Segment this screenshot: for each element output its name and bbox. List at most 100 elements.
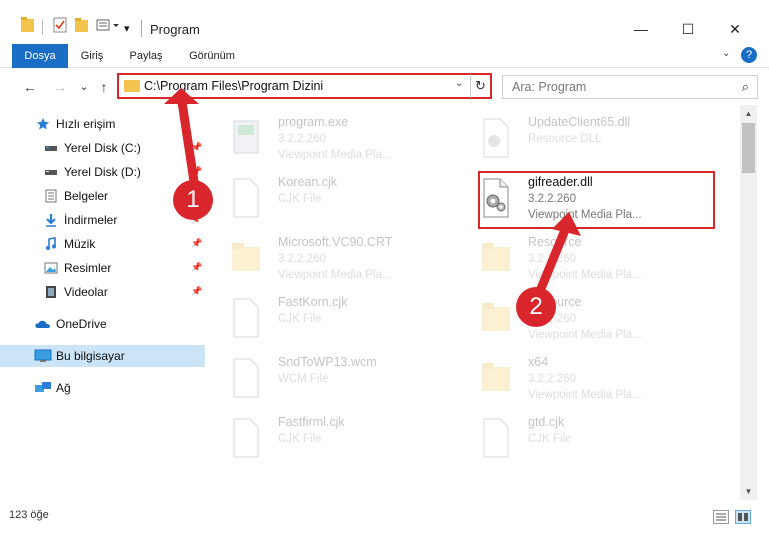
sidebar-item-local-disk-d[interactable]: Yerel Disk (D:) 📌	[0, 161, 205, 183]
tiles-view-icon	[738, 513, 748, 521]
list-item[interactable]: program.exe 3.2.2.260 Viewpoint Media Pl…	[210, 111, 460, 167]
status-bar: 123 öğe	[0, 500, 769, 536]
list-item[interactable]: Fastfirml.cjk CJK File	[210, 411, 460, 467]
list-item[interactable]: UpdateClient65.dll Resource DLL	[460, 111, 710, 167]
pin-icon[interactable]: 📌	[191, 262, 202, 273]
sidebar-item-onedrive[interactable]: OneDrive	[0, 313, 205, 335]
back-button[interactable]: ←	[20, 77, 40, 97]
details-view-button[interactable]	[713, 510, 729, 524]
minimize-button[interactable]: —	[618, 14, 664, 44]
expand-ribbon-icon[interactable]: ⌄	[722, 48, 730, 59]
sidebar-item-videos[interactable]: Videolar 📌	[0, 281, 205, 303]
sidebar-item-music[interactable]: Müzik 📌	[0, 233, 205, 255]
file-description: Viewpoint Media Pla...	[528, 389, 642, 401]
pin-icon[interactable]: 📌	[191, 238, 202, 249]
tab-dosya[interactable]: Dosya	[12, 44, 68, 68]
search-input[interactable]: Ara: Program	[512, 80, 586, 94]
list-item[interactable]: Resource 3.2.2.260 Viewpoint Media Pla..…	[460, 291, 710, 347]
scroll-thumb[interactable]	[742, 123, 755, 173]
tab-paylas[interactable]: Paylaş	[124, 44, 168, 68]
file-name: FastKorn.cjk	[278, 295, 348, 309]
list-item[interactable]: Microsoft.VC90.CRT 3.2.2.260 Viewpoint M…	[210, 231, 460, 287]
sidebar-item-label: Hızlı erişim	[56, 117, 116, 131]
list-item[interactable]: SndToWP13.wcm WCM File	[210, 351, 460, 407]
sidebar-item-label: Videolar	[64, 285, 108, 299]
file-description: Viewpoint Media Pla...	[278, 149, 392, 161]
blank-file-icon	[233, 298, 259, 338]
search-box[interactable]: Ara: Program ⌕	[502, 75, 758, 99]
sidebar-item-downloads[interactable]: İndirmeler 📌	[0, 209, 205, 231]
help-icon[interactable]: ?	[741, 47, 757, 63]
sidebar-item-label: Müzik	[64, 237, 96, 251]
network-icon	[35, 382, 51, 392]
folder-icon	[232, 243, 260, 271]
sidebar-item-local-disk-c[interactable]: Yerel Disk (C:) 📌	[0, 137, 205, 159]
tiles-view-button[interactable]	[735, 510, 751, 524]
file-description: Viewpoint Media Pla...	[278, 269, 392, 281]
blank-file-icon	[233, 178, 259, 218]
list-item[interactable]: FastKorn.cjk CJK File	[210, 291, 460, 347]
star-icon	[37, 118, 49, 130]
sidebar-item-label: Yerel Disk (D:)	[64, 165, 141, 179]
exe-icon	[233, 120, 259, 154]
folder-icon	[20, 16, 34, 36]
sidebar-item-label: İndirmeler	[64, 213, 118, 227]
chevron-down-icon[interactable]: ⌄	[455, 78, 463, 89]
sidebar-item-network[interactable]: Ağ	[0, 377, 205, 399]
vertical-scrollbar[interactable]: ▲ ▼	[740, 105, 757, 500]
navigation-bar: ← → ⌄ ↑ C:\Program Files\Program Dizini …	[0, 69, 769, 105]
ribbon-tabs: Dosya Giriş Paylaş Görünüm ⌄ ?	[0, 44, 769, 68]
scroll-up-button[interactable]: ▲	[740, 105, 757, 122]
document-icon	[45, 189, 57, 203]
customize-toolbar-icon[interactable]: ▾	[124, 22, 130, 42]
file-name: gtd.cjk	[528, 415, 565, 429]
sidebar-item-label: Yerel Disk (C:)	[64, 141, 141, 155]
file-name: Korean.cjk	[278, 175, 338, 189]
folder-icon	[124, 80, 140, 92]
file-name: x64	[528, 355, 549, 369]
sidebar-item-this-pc[interactable]: Bu bilgisayar	[0, 345, 205, 367]
maximize-button[interactable]: ☐	[665, 14, 711, 44]
file-version: 3.2.2.260	[278, 253, 326, 265]
file-name: SndToWP13.wcm	[278, 355, 377, 369]
close-button[interactable]: ✕	[712, 14, 758, 44]
sidebar-item-label: Belgeler	[64, 189, 109, 203]
cloud-icon	[35, 320, 50, 328]
tab-giris[interactable]: Giriş	[76, 44, 108, 68]
search-icon[interactable]: ⌕	[742, 79, 749, 95]
forward-button[interactable]: →	[50, 77, 70, 97]
view-options-icon[interactable]	[96, 16, 122, 36]
properties-icon[interactable]	[52, 16, 68, 36]
file-type: CJK File	[278, 193, 322, 205]
download-icon	[46, 214, 56, 227]
music-icon	[46, 237, 56, 250]
file-version: 3.2.2.260	[528, 373, 576, 385]
sidebar-item-quick-access[interactable]: Hızlı erişim	[0, 113, 205, 135]
sidebar-item-pictures[interactable]: Resimler 📌	[0, 257, 205, 279]
address-path[interactable]: C:\Program Files\Program Dizini	[144, 79, 323, 93]
file-type: Resource DLL	[528, 133, 602, 145]
file-list: program.exe 3.2.2.260 Viewpoint Media Pl…	[210, 105, 740, 500]
up-button[interactable]: ↑	[94, 77, 114, 97]
sidebar-item-label: OneDrive	[56, 317, 107, 331]
pin-icon[interactable]: 📌	[191, 166, 202, 177]
address-bar[interactable]: C:\Program Files\Program Dizini ⌄ ↻	[117, 73, 492, 99]
list-item[interactable]: Resource 3.2.2.260 Viewpoint Media Pla..…	[460, 231, 710, 287]
scroll-down-button[interactable]: ▼	[740, 483, 757, 500]
refresh-button[interactable]: ↻	[470, 74, 490, 98]
tab-gorunum[interactable]: Görünüm	[184, 44, 240, 68]
file-type: CJK File	[278, 433, 322, 445]
list-item[interactable]: gtd.cjk CJK File	[460, 411, 710, 467]
pin-icon[interactable]: 📌	[191, 142, 202, 153]
pin-icon[interactable]: 📌	[191, 286, 202, 297]
list-item[interactable]: Korean.cjk CJK File	[210, 171, 460, 227]
new-folder-icon[interactable]	[74, 16, 90, 36]
file-version: 3.2.2.260	[528, 253, 576, 265]
callout-1: 1	[173, 180, 213, 220]
file-type: WCM File	[278, 373, 329, 385]
file-description: Viewpoint Media Pla...	[528, 269, 642, 281]
list-item[interactable]: x64 3.2.2.260 Viewpoint Media Pla...	[460, 351, 710, 407]
drive-icon	[45, 170, 57, 175]
file-type: CJK File	[278, 313, 322, 325]
recent-locations-button[interactable]: ⌄	[74, 77, 94, 97]
